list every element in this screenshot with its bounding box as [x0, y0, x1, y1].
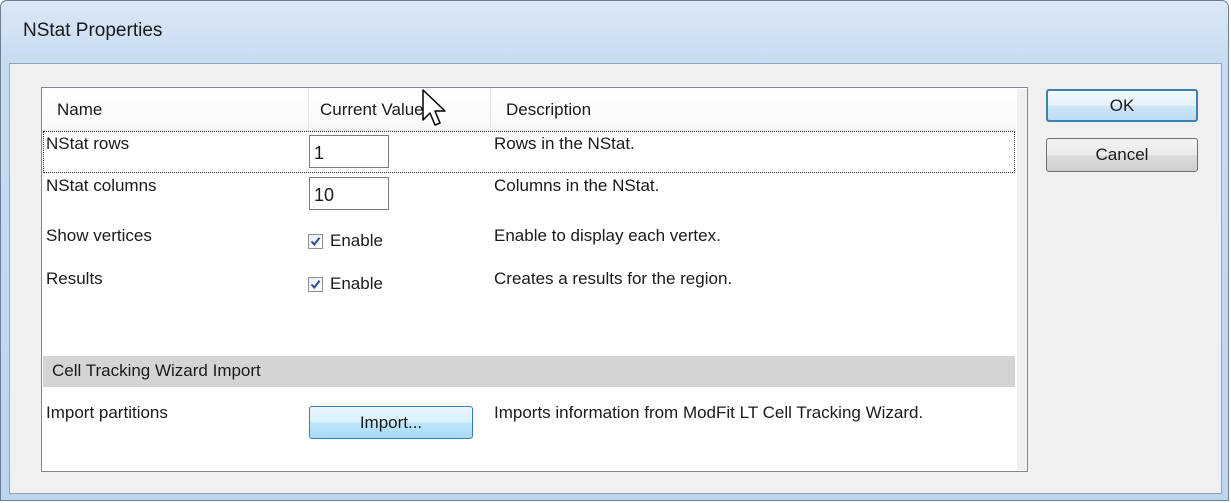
column-header-current-value[interactable]: Current Value [309, 89, 491, 130]
group-header-cell-tracking: Cell Tracking Wizard Import [43, 356, 1015, 387]
property-row-nstat-columns[interactable]: NStat columns 10 Columns in the NStat. [43, 173, 1015, 215]
checkbox-label: Enable [330, 274, 383, 293]
dialog-client-area: Name Current Value Description NStat row… [9, 63, 1222, 494]
checkbox-label: Enable [330, 231, 383, 250]
grid-scroll-strip [1017, 89, 1027, 470]
column-header-name[interactable]: Name [43, 89, 309, 130]
grid-header: Name Current Value Description [43, 89, 1016, 131]
property-name: Show vertices [46, 226, 152, 245]
property-name: Import partitions [46, 403, 168, 422]
checkbox-box[interactable] [308, 276, 323, 292]
nstat-rows-input[interactable]: 1 [309, 135, 389, 168]
property-name: Results [46, 269, 103, 288]
cancel-button[interactable]: Cancel [1046, 138, 1198, 172]
ok-button[interactable]: OK [1046, 89, 1198, 122]
show-vertices-checkbox[interactable]: Enable [308, 231, 383, 251]
property-row-results[interactable]: Results Enable Creates a results for the… [43, 266, 1015, 308]
property-description: Columns in the NStat. [494, 176, 660, 195]
check-icon [310, 236, 321, 246]
property-grid: Name Current Value Description NStat row… [41, 87, 1028, 472]
import-button[interactable]: Import... [309, 406, 473, 439]
property-description: Imports information from ModFit LT Cell … [494, 403, 924, 422]
mouse-cursor-icon [422, 89, 446, 126]
title-bar[interactable]: NStat Properties [1, 1, 1228, 63]
property-description: Rows in the NStat. [494, 134, 635, 153]
property-name: NStat rows [46, 134, 130, 153]
group-header-label: Cell Tracking Wizard Import [52, 361, 261, 380]
property-description: Creates a results for the region. [494, 269, 733, 288]
property-description: Enable to display each vertex. [494, 226, 721, 245]
checkbox-box[interactable] [308, 233, 323, 249]
property-name: NStat columns [46, 176, 157, 195]
results-checkbox[interactable]: Enable [308, 274, 383, 294]
property-row-show-vertices[interactable]: Show vertices Enable Enable to display e… [43, 223, 1015, 265]
check-icon [310, 279, 321, 289]
property-row-import-partitions[interactable]: Import partitions Import... Imports info… [43, 400, 1015, 442]
property-row-nstat-rows[interactable]: NStat rows 1 Rows in the NStat. [43, 131, 1015, 173]
window-title: NStat Properties [23, 20, 163, 41]
nstat-columns-input[interactable]: 10 [309, 177, 389, 210]
dialog-window: NStat Properties Name Current Value Desc… [0, 0, 1229, 501]
column-header-description[interactable]: Description [491, 89, 1016, 130]
